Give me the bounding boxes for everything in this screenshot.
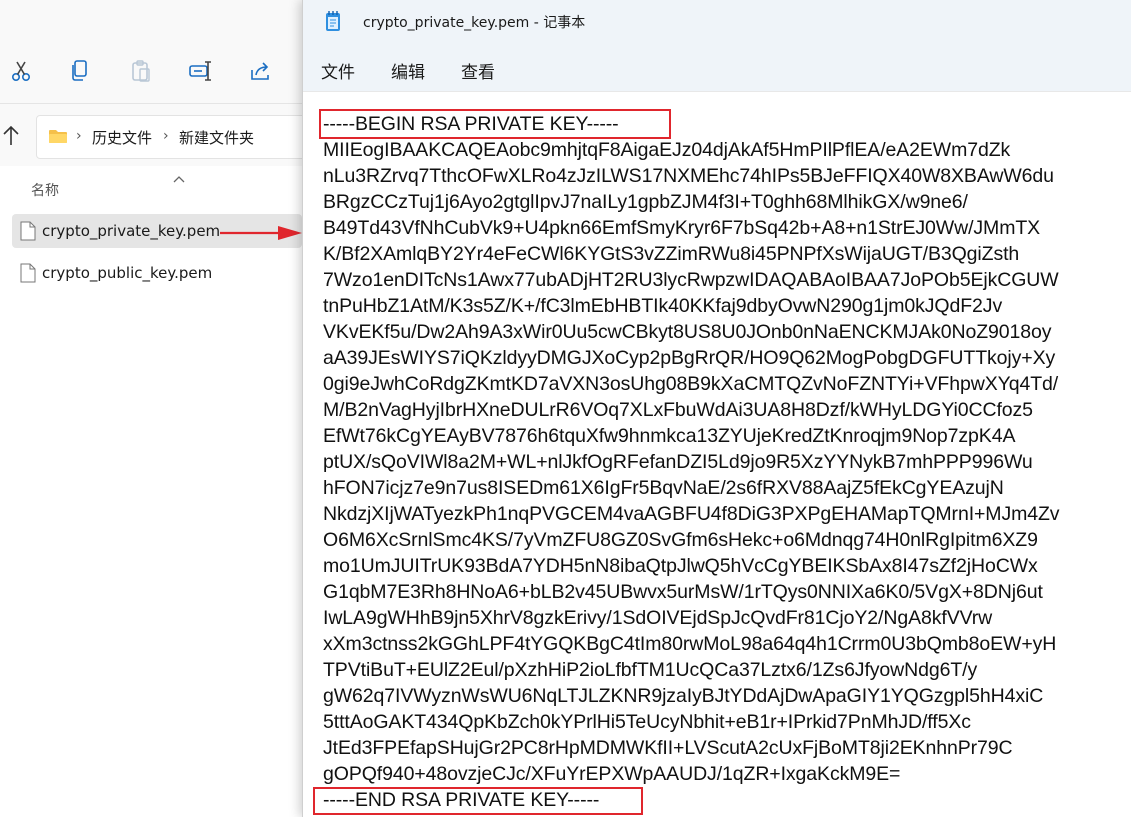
file-name: crypto_public_key.pem bbox=[42, 264, 213, 282]
file-icon bbox=[20, 263, 36, 283]
key-data-line: 5tttAoGAKT434QpKbZch0kYPrlHi5TeUcyNbhit+… bbox=[323, 711, 971, 733]
folder-icon bbox=[48, 128, 68, 144]
file-name: crypto_private_key.pem bbox=[42, 222, 221, 240]
key-data-line: IwLA9gWHhB9jn5XhrV8gzkErivy/1SdOIVEjdSpJ… bbox=[323, 607, 993, 629]
key-data-line: aA39JEsWIYS7iQKzldyyDMGJXoCyp2pBgRrQR/HO… bbox=[323, 347, 1056, 369]
red-arrow-annotation bbox=[220, 223, 304, 243]
key-data-line: 0gi9eJwhCoRdgZKmtKD7aVXN3osUhg08B9kXaCMT… bbox=[323, 373, 1059, 395]
breadcrumb-item[interactable]: 新建文件夹 bbox=[179, 127, 254, 148]
chevron-right-icon: › bbox=[76, 128, 82, 144]
key-data-line: xXm3ctnss2kGGhLPF4tYGQKBgC4tIm80rwMoL98a… bbox=[323, 633, 1057, 655]
key-data-line: NkdzjXIjWATyezkPh1nqPVGCEM4vaAGBFU4f8DiG… bbox=[323, 503, 1060, 525]
key-data-line: mo1UmJUITrUK93BdA7YDH5nN8ibaQtpJlwQ5hVcC… bbox=[323, 555, 1038, 577]
key-data-line: nLu3RZrvq7TthcOFwXLRo4zJzILWS17NXMEhc74h… bbox=[323, 165, 1054, 187]
paste-icon[interactable] bbox=[128, 58, 154, 84]
copy-icon[interactable] bbox=[67, 58, 93, 84]
key-data-line: hFON7icjz7e9n7us8ISEDm61X6IgFr5BqvNaE/2s… bbox=[323, 477, 1004, 499]
menu-bar: 文件 编辑 查看 bbox=[303, 44, 1131, 92]
key-data-line: gOPQf940+48ovzjeCJc/XFuYrEPXWpAAUDJ/1qZR… bbox=[323, 763, 901, 785]
sort-up-icon bbox=[172, 169, 186, 183]
key-data-line: JtEd3FPEfapSHujGr2PC8rHpMDMWKfII+LVScutA… bbox=[323, 737, 1013, 759]
text-editor[interactable]: -----BEGIN RSA PRIVATE KEY----- MIIEogIBA… bbox=[303, 93, 1131, 817]
file-row-public-key[interactable]: crypto_public_key.pem bbox=[12, 256, 302, 290]
end-line-highlight bbox=[313, 787, 643, 815]
notepad-window: crypto_private_key.pem - 记事本 文件 编辑 查看 --… bbox=[302, 0, 1131, 817]
chevron-right-icon: › bbox=[163, 128, 169, 144]
key-data-line: O6M6XcSrnlSmc4KS/7yVmZFU8GZ0SvGfm6sHekc+… bbox=[323, 529, 1038, 551]
key-data-line: 7Wzo1enDITcNs1Awx77ubADjHT2RU3lycRwpzwID… bbox=[323, 269, 1059, 291]
notepad-app-icon bbox=[325, 10, 341, 32]
rename-icon[interactable] bbox=[188, 58, 214, 84]
key-data-line: G1qbM7E3Rh8HNoA6+bLB2v45UBwvx5urMsW/1rTQ… bbox=[323, 581, 1043, 603]
key-data-line: tnPuHbZ1AtM/K3s5Z/K+/fC3lmEbHBTIk40KKfaj… bbox=[323, 295, 1003, 317]
key-data-line: TPVtiBuT+EUlZ2Eul/pXzhHiP2ioLfbfTM1UcQCa… bbox=[323, 659, 978, 681]
key-data-line: ptUX/sQoVIWl8a2M+WL+nlJkfOgRFefanDZI5Ld9… bbox=[323, 451, 1033, 473]
key-data-line: B49Td43VfNhCubVk9+U4pkn66EmfSmyKryr6F7bS… bbox=[323, 217, 1041, 239]
breadcrumb-item[interactable]: 历史文件 bbox=[92, 127, 152, 148]
window-title: crypto_private_key.pem - 记事本 bbox=[363, 15, 586, 31]
key-data-line: EfWt76kCgYEAyBV7876h6tquXfw9hnmkca13ZYUj… bbox=[323, 425, 1016, 447]
share-icon[interactable] bbox=[248, 58, 274, 84]
column-header-name[interactable]: 名称 bbox=[31, 180, 59, 200]
up-arrow-icon[interactable] bbox=[0, 124, 22, 148]
begin-line-highlight bbox=[319, 109, 671, 139]
title-bar[interactable]: crypto_private_key.pem - 记事本 bbox=[303, 0, 1131, 44]
menu-edit[interactable]: 编辑 bbox=[387, 56, 429, 85]
scissors-icon[interactable] bbox=[8, 58, 34, 84]
key-data-line: BRgzCCzTuj1j6Ayo2gtglIpvJ7naILy1gpbZJM4f… bbox=[323, 191, 968, 213]
key-data-line: M/B2nVagHyjIbrHXneDULrR6VOq7XLxFbuWdAi3U… bbox=[323, 399, 1033, 421]
file-icon bbox=[20, 221, 36, 241]
key-data-line: K/Bf2XAmlqBY2Yr4eFeCWl6KYGtS3vZZimRWu8i4… bbox=[323, 243, 1020, 265]
key-data-line: VKvEKf5u/Dw2Ah9A3xWir0Uu5cwCBkyt8US8U0JO… bbox=[323, 321, 1052, 343]
key-text: -----BEGIN RSA PRIVATE KEY----- MIIEogIBA… bbox=[323, 111, 1060, 813]
key-data-line: gW62q7IVWyznWsWU6NqLTJLZKNR9jzaIyBJtYDdA… bbox=[323, 685, 1044, 707]
key-data-line: MIIEogIBAAKCAQEAobc9mhjtqF8AigaEJz04djAk… bbox=[323, 139, 1011, 161]
menu-view[interactable]: 查看 bbox=[457, 56, 499, 85]
menu-file[interactable]: 文件 bbox=[317, 56, 359, 85]
